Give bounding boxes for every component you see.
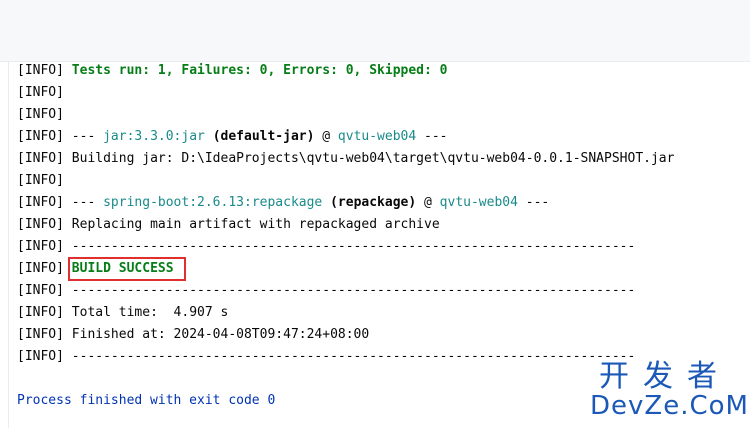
log-level: [INFO] [17,305,64,320]
log-text: qvtu-web04 [337,129,417,144]
log-text: Finished at: 2024-04-08T09:47:24+08:00 [71,327,370,342]
log-level: [INFO] [17,129,64,144]
watermark-cn: 开发者 [599,359,731,395]
log-line: [INFO] ---------------------------------… [17,346,635,368]
log-line: [INFO] --- spring-boot:2.6.13:repackage … [17,192,549,214]
log-level: [INFO] [17,349,64,364]
watermark-en: DevZe.CoM [590,390,749,421]
run-console-window: [INFO] Tests run: 1, Failures: 0, Errors… [0,0,750,428]
log-level: [INFO] [17,107,64,122]
log-level: [INFO] [17,85,64,100]
log-level: [INFO] [17,239,64,254]
log-line: [INFO] ---------------------------------… [17,236,635,258]
log-line: [INFO] Replacing main artifact with repa… [17,214,440,236]
log-line: [INFO] Total time: 4.907 s [17,302,228,324]
console-toolbar [0,0,750,62]
exit-message: Process finished with exit code 0 [17,393,276,408]
log-level: [INFO] [17,327,64,342]
log-text: --- [71,195,104,210]
log-text: @ [314,129,338,144]
log-line: [INFO] [17,82,64,104]
log-level: [INFO] [17,261,64,276]
log-line: [INFO] [17,104,64,126]
log-level: [INFO] [17,151,64,166]
log-level: [INFO] [17,217,64,232]
log-text: Building jar: D:\IdeaProjects\qvtu-web04… [71,151,675,166]
log-text: qvtu-web04 [439,195,518,210]
log-text: --- [416,129,448,144]
log-text: Replacing main artifact with repackaged … [71,217,440,232]
log-level: [INFO] [17,195,64,210]
log-text: Tests run: 1, Failures: 0, Errors: 0, Sk… [71,63,448,78]
log-line: [INFO] Tests run: 1, Failures: 0, Errors… [17,60,447,82]
log-level: [INFO] [17,63,64,78]
log-line: [INFO] --- jar:3.3.0:jar (default-jar) @… [17,126,448,148]
log-line: [INFO] Finished at: 2024-04-08T09:47:24+… [17,324,369,346]
log-line: [INFO] Building jar: D:\IdeaProjects\qvt… [17,148,674,170]
log-text: (default-jar) [212,129,315,144]
log-text: ----------------------------------------… [71,239,636,254]
log-line: [INFO] [17,170,64,192]
log-text: (repackage) [330,195,417,210]
log-level: [INFO] [17,173,64,188]
build-success-highlight [68,257,186,281]
log-text: --- [517,195,550,210]
gutter [0,61,9,428]
log-line: [INFO] ---------------------------------… [17,280,635,302]
log-text: spring-boot:2.6.13:repackage [103,195,323,210]
log-text: Total time: 4.907 s [71,305,229,320]
log-level: [INFO] [17,283,64,298]
log-text: ----------------------------------------… [71,283,636,298]
log-text: @ [416,195,440,210]
log-text: --- [71,129,104,144]
log-text: jar:3.3.0:jar [103,129,205,144]
watermark-logo: 开发者 DevZe.CoM [590,359,749,421]
log-text: ----------------------------------------… [71,349,636,364]
